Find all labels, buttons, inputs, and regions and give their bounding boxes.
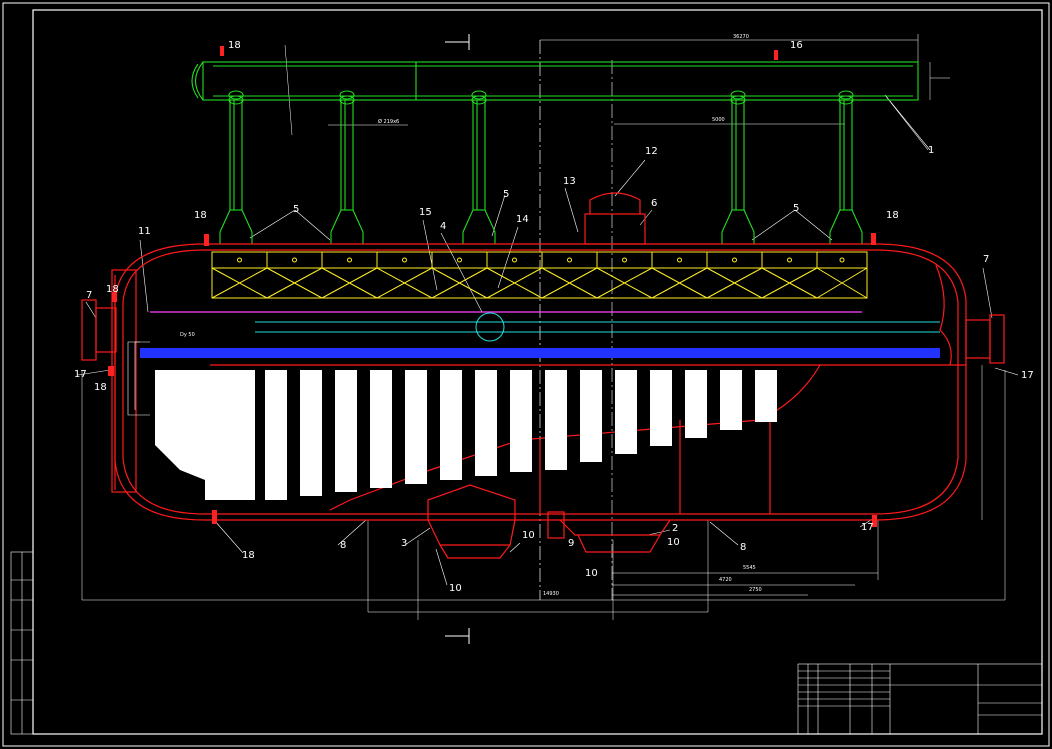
- callout-5: 5: [293, 204, 299, 215]
- left-stamp-strip: [10, 551, 34, 735]
- callout-10: 10: [449, 583, 462, 594]
- title-block: [797, 663, 1043, 735]
- deaeration-truss: [211, 251, 868, 299]
- callout-13: 13: [563, 176, 576, 187]
- dimension-label: 5000: [712, 117, 725, 123]
- callout-9: 9: [568, 538, 574, 549]
- steam-header: [191, 61, 919, 101]
- callout-8: 8: [340, 540, 346, 551]
- callout-12: 12: [645, 146, 658, 157]
- callout-18: 18: [94, 382, 107, 393]
- callout-18: 18: [106, 284, 119, 295]
- callout-16: 16: [790, 40, 803, 51]
- callout-18: 18: [194, 210, 207, 221]
- callout-6: 6: [651, 198, 657, 209]
- callout-10: 10: [667, 537, 680, 548]
- callout-5: 5: [793, 203, 799, 214]
- callout-5: 5: [503, 189, 509, 200]
- dimension-label: 36270: [733, 34, 749, 40]
- dimension-label: 14930: [543, 591, 559, 597]
- callout-labels: 12345556778 891010101011121314151617 17171…: [74, 40, 1034, 594]
- callout-2: 2: [672, 523, 678, 534]
- dimension-label: 5545: [743, 565, 756, 571]
- callout-7: 7: [983, 254, 989, 265]
- callout-10: 10: [522, 530, 535, 541]
- callout-15: 15: [419, 207, 432, 218]
- bubbling-sheet: [140, 348, 940, 358]
- callout-8: 8: [740, 542, 746, 553]
- downcomer-pipes: [219, 90, 863, 245]
- callout-17: 17: [1021, 370, 1034, 381]
- dimension-label: Dy 50: [180, 332, 195, 338]
- callout-18: 18: [242, 550, 255, 561]
- callout-18: 18: [886, 210, 899, 221]
- dimension-label: 2750: [749, 587, 762, 593]
- callout-4: 4: [440, 221, 446, 232]
- callout-3: 3: [401, 538, 407, 549]
- dimension-label: Ø 219x6: [378, 118, 399, 125]
- dimension-labels: 36270 5000 Ø 219x6 Dy 50 14930 5545 4720 2750: [180, 34, 762, 597]
- deaerator-assembly-drawing: 12345556778 891010101011121314151617 17171…: [2, 2, 1050, 747]
- dimension-label: 4720: [719, 577, 732, 583]
- callout-17: 17: [861, 522, 874, 533]
- callout-18: 18: [228, 40, 241, 51]
- callout-10: 10: [585, 568, 598, 579]
- callout-1: 1: [928, 145, 934, 156]
- callout-14: 14: [516, 214, 529, 225]
- callout-7: 7: [86, 290, 92, 301]
- tube-bundle: [155, 370, 777, 500]
- callout-17: 17: [74, 369, 87, 380]
- callout-11: 11: [138, 226, 151, 237]
